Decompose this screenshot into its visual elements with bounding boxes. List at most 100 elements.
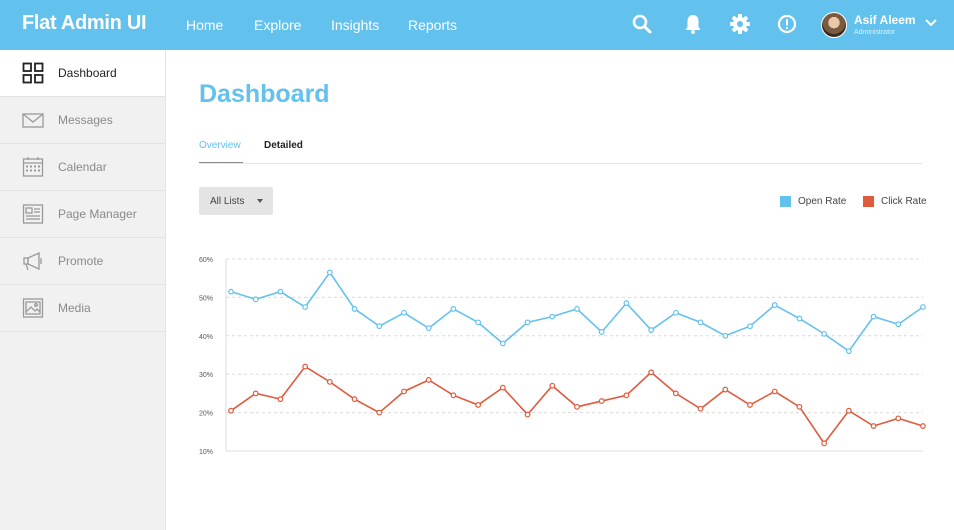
image-icon [22,298,44,318]
rate-line-chart: 60% 50% 40% 30% 20% 10% [199,257,926,456]
bell-icon[interactable] [681,12,705,36]
nav-reports[interactable]: Reports [408,17,478,33]
data-point-click-rate [524,411,531,418]
data-point-click-rate [672,390,679,397]
data-point-click-rate [499,384,506,391]
data-point-click-rate [302,363,309,370]
data-point-open-rate [821,330,828,337]
data-point-open-rate [722,332,729,339]
data-point-click-rate [351,396,358,403]
data-point-open-rate [771,302,778,308]
data-point-open-rate [475,319,482,326]
sidebar-item-dashboard[interactable]: Dashboard [0,50,165,97]
data-point-click-rate [450,392,457,399]
data-point-open-rate [648,327,655,333]
data-point-click-rate [549,382,556,389]
calendar-icon [22,157,44,177]
data-point-open-rate [845,348,852,355]
data-point-open-rate [401,309,407,316]
alert-icon[interactable] [775,12,799,36]
data-point-click-rate [697,405,704,412]
sidebar-item-label: Page Manager [58,207,137,221]
main-content: Dashboard Overview Detailed All Lists Op… [166,50,954,530]
nav-explore[interactable]: Explore [254,17,331,33]
data-point-open-rate [574,306,580,312]
data-point-click-rate [845,407,852,414]
sidebar-item-label: Messages [58,113,113,127]
data-point-open-rate [228,288,234,295]
sidebar-item-label: Calendar [58,160,107,174]
data-point-open-rate [425,325,432,332]
grid-icon [22,62,44,84]
data-point-open-rate [376,323,383,330]
y-tick-label: 40% [199,334,213,341]
data-point-open-rate [796,315,803,322]
data-point-click-rate [475,402,482,408]
data-point-click-rate [623,392,630,399]
data-point-click-rate [228,407,234,414]
data-point-click-rate [771,388,778,395]
y-tick-label: 60% [199,257,213,264]
sidebar-item-page-manager[interactable]: Page Manager [0,191,165,238]
data-point-open-rate [623,300,630,307]
avatar[interactable] [821,12,847,38]
user-menu[interactable]: Asif Aleem Administrator [821,11,916,39]
sidebar-item-messages[interactable]: Messages [0,97,165,144]
sidebar-item-label: Dashboard [58,66,117,80]
sidebar-item-label: Promote [58,254,104,268]
data-point-click-rate [796,403,803,410]
sidebar-item-media[interactable]: Media [0,285,165,332]
y-tick-label: 30% [199,372,213,379]
data-point-click-rate [425,377,432,383]
data-point-click-rate [598,398,605,404]
data-point-click-rate [821,440,828,447]
data-point-open-rate [549,313,556,320]
y-tick-label: 20% [199,411,213,418]
data-point-click-rate [895,415,902,422]
user-role: Administrator [854,29,896,36]
y-tick-label: 10% [199,449,213,456]
data-point-click-rate [648,369,655,376]
sidebar-item-promote[interactable]: Promote [0,238,165,285]
data-point-open-rate [252,296,259,303]
y-tick-label: 50% [199,295,213,302]
data-point-click-rate [870,423,877,429]
data-point-click-rate [252,390,259,397]
top-navbar: Flat Admin UI Home Explore Insights Repo… [0,0,954,50]
sidebar-item-label: Media [58,301,91,315]
data-point-click-rate [376,409,383,416]
data-point-click-rate [574,403,580,410]
data-point-open-rate [895,321,902,328]
data-point-open-rate [450,306,457,312]
data-point-click-rate [747,402,753,408]
search-icon[interactable] [630,12,654,36]
data-point-open-rate [747,323,753,330]
data-point-open-rate [499,340,506,347]
data-point-open-rate [524,319,531,326]
sidebar-item-calendar[interactable]: Calendar [0,144,165,191]
data-point-open-rate [351,306,358,312]
document-icon [22,204,44,224]
main-nav: Home Explore Insights Reports [186,17,478,33]
user-name: Asif Aleem [854,13,916,27]
envelope-icon [22,113,44,128]
nav-insights[interactable]: Insights [331,17,408,33]
data-point-open-rate [326,269,333,276]
data-point-click-rate [401,388,407,395]
chevron-down-icon[interactable] [924,16,938,30]
data-point-click-rate [277,396,284,403]
data-point-open-rate [277,288,284,295]
data-point-click-rate [326,378,333,385]
data-point-open-rate [920,304,926,310]
data-point-click-rate [722,386,729,393]
data-point-open-rate [870,313,877,320]
data-point-open-rate [302,304,309,310]
sidebar: Dashboard Messages Calendar Page Manager… [0,50,166,530]
data-point-open-rate [672,309,679,316]
megaphone-icon [23,251,42,271]
data-point-open-rate [697,319,704,326]
data-point-click-rate [920,423,926,429]
nav-home[interactable]: Home [186,17,254,33]
gear-icon[interactable] [728,12,752,36]
app-title[interactable]: Flat Admin UI [22,12,147,35]
